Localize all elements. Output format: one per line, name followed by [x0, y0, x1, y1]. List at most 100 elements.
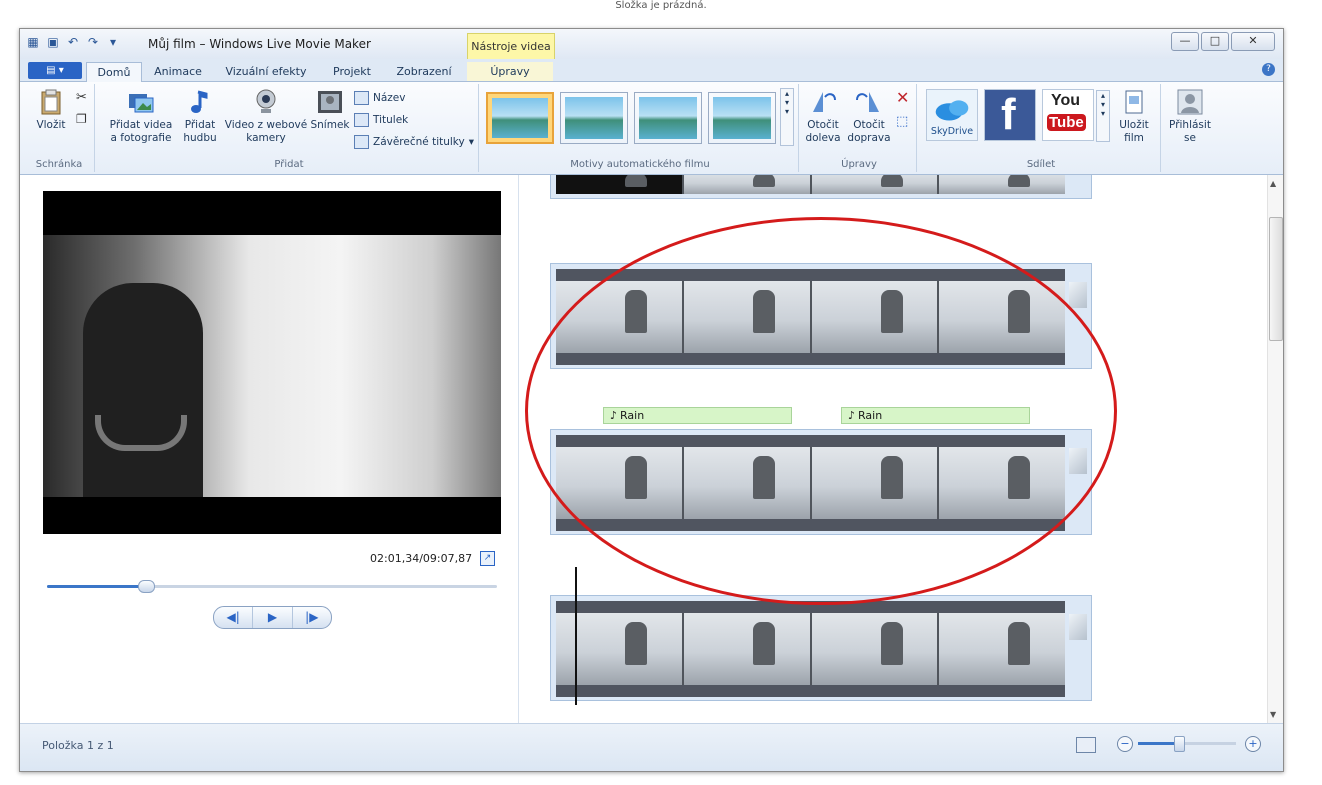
- playhead[interactable]: [575, 567, 577, 705]
- remove-icon[interactable]: ✕: [896, 88, 909, 107]
- clip-page-curl: [1069, 614, 1087, 640]
- skydrive-button[interactable]: SkyDrive: [926, 89, 978, 141]
- add-caption-button[interactable]: Titulek: [354, 112, 408, 128]
- tab-home[interactable]: Domů: [86, 62, 142, 82]
- clip-tile: [939, 613, 1065, 685]
- save-movie-icon: [1125, 90, 1143, 114]
- tab-project[interactable]: Projekt: [324, 62, 380, 81]
- copy-icon[interactable]: ❐: [76, 112, 87, 126]
- webcam-icon: [256, 89, 276, 113]
- theme-thumbnail-2[interactable]: [560, 92, 628, 144]
- add-title-button[interactable]: Název: [354, 90, 405, 106]
- fullscreen-icon[interactable]: ↗: [480, 551, 495, 566]
- preview-pane: 02:01,34/09:07,87 ↗ ◀| ▶ |▶: [20, 175, 519, 723]
- clip-strip: [556, 613, 1065, 685]
- playback-controls: ◀| ▶ |▶: [213, 606, 332, 629]
- next-frame-button[interactable]: |▶: [293, 607, 331, 628]
- zoom-thumb[interactable]: [1174, 736, 1186, 752]
- title-bar: ▦ ▣ ↶ ↷ ▾ Můj film – Windows Live Movie …: [20, 29, 1283, 61]
- saxophone-shape: [95, 415, 187, 451]
- add-videos-photos-button[interactable]: Přidat videa a fotografie: [106, 88, 176, 145]
- clipboard-group-label: Schránka: [35, 159, 83, 170]
- save-icon[interactable]: ▣: [46, 35, 60, 49]
- customize-qat-icon[interactable]: ▾: [106, 35, 120, 49]
- snapshot-button[interactable]: Snímek: [310, 88, 350, 132]
- clip-tile: [811, 175, 940, 194]
- clip-tile: [556, 175, 684, 194]
- tab-view[interactable]: Zobrazení: [390, 62, 458, 81]
- add-credits-button[interactable]: Závěrečné titulky ▾: [354, 134, 474, 150]
- clip-band: [556, 685, 1065, 697]
- edit-group-label: Úpravy: [841, 159, 877, 170]
- seek-thumb[interactable]: [138, 580, 155, 593]
- clip-tile: [683, 175, 812, 194]
- tab-visual-effects[interactable]: Vizuální efekty: [218, 62, 314, 81]
- seek-bar[interactable]: [47, 580, 497, 593]
- redo-icon[interactable]: ↷: [86, 35, 100, 49]
- play-button[interactable]: ▶: [253, 607, 293, 628]
- rotate-right-button[interactable]: Otočit doprava: [846, 88, 892, 145]
- gallery-scroll[interactable]: ▴ ▾ ▾: [780, 88, 794, 146]
- ribbon-tabs: ▤ ▾ Domů Animace Vizuální efekty Projekt…: [20, 59, 1283, 82]
- save-movie-button[interactable]: Uložit film: [1112, 88, 1156, 145]
- themes-group-label: Motivy automatického filmu: [570, 159, 710, 170]
- share-gallery-scroll[interactable]: ▴ ▾ ▾: [1096, 90, 1110, 142]
- status-bar: Položka 1 z 1 − +: [20, 723, 1283, 771]
- undo-icon[interactable]: ↶: [66, 35, 80, 49]
- zoom-out-button[interactable]: −: [1117, 736, 1133, 752]
- folder-empty-caption: Složka je prázdná.: [615, 0, 707, 11]
- scroll-up-icon[interactable]: ▲: [1270, 179, 1276, 188]
- webcam-video-button[interactable]: Video z webové kamery: [224, 88, 308, 145]
- group-clipboard: Vložit ✂ ❐ Schránka: [24, 84, 95, 172]
- youtube-button[interactable]: You Tube: [1042, 89, 1094, 141]
- tab-animations[interactable]: Animace: [148, 62, 208, 81]
- group-add: Přidat videa a fotografie Přidat hudbu V…: [100, 84, 479, 172]
- clip-page-curl: [1069, 282, 1087, 308]
- group-edit: Otočit doleva Otočit doprava ✕ ⬚ Úpravy: [802, 84, 917, 172]
- cut-icon[interactable]: ✂: [76, 90, 87, 105]
- clip-tile: [811, 613, 940, 685]
- seek-progress: [47, 585, 146, 588]
- close-button[interactable]: ✕: [1231, 32, 1275, 51]
- thumbnail-size-icon[interactable]: [1076, 737, 1096, 753]
- youtube-icon: You: [1051, 92, 1081, 109]
- video-clip-3[interactable]: [550, 595, 1092, 701]
- window-title: Můj film – Windows Live Movie Maker: [148, 37, 371, 51]
- zoom-level: [1138, 742, 1180, 745]
- rotate-left-icon: [813, 92, 836, 112]
- theme-thumbnail-1[interactable]: [486, 92, 554, 144]
- zoom-in-button[interactable]: +: [1245, 736, 1261, 752]
- share-group-label: Sdílet: [1026, 159, 1056, 170]
- video-clip-top[interactable]: [550, 175, 1092, 199]
- zoom-slider[interactable]: [1138, 736, 1236, 752]
- title-icon: [354, 91, 369, 105]
- theme-thumbnail-3[interactable]: [634, 92, 702, 144]
- video-preview[interactable]: [43, 191, 501, 534]
- caption-icon: [354, 113, 369, 127]
- scroll-thumb[interactable]: [1269, 217, 1283, 341]
- help-icon[interactable]: ?: [1262, 63, 1275, 76]
- red-annotation-ellipse: [525, 217, 1117, 605]
- minimize-button[interactable]: —: [1171, 32, 1199, 51]
- scroll-down-icon[interactable]: ▼: [1270, 710, 1276, 719]
- quick-access-toolbar: ▦ ▣ ↶ ↷ ▾: [26, 35, 120, 49]
- add-music-button[interactable]: Přidat hudbu: [178, 88, 222, 145]
- maximize-button[interactable]: □: [1201, 32, 1229, 51]
- group-autothemes: ▴ ▾ ▾ Motivy automatického filmu: [482, 84, 799, 172]
- sign-in-button[interactable]: Přihlásit se: [1166, 88, 1214, 145]
- group-share: SkyDrive f You Tube ▴ ▾ ▾ Uložit film Sdíl…: [922, 84, 1161, 172]
- tab-edit[interactable]: Úpravy: [467, 62, 553, 81]
- video-tools-header: Nástroje videa: [467, 33, 555, 61]
- paste-button[interactable]: Vložit: [32, 88, 70, 132]
- theme-thumbnail-4[interactable]: [708, 92, 776, 144]
- previous-frame-button[interactable]: ◀|: [214, 607, 254, 628]
- select-all-icon[interactable]: ⬚: [896, 114, 908, 129]
- chevron-down-icon: ▾: [468, 136, 474, 148]
- file-menu-button[interactable]: ▤ ▾: [28, 62, 82, 79]
- facebook-button[interactable]: f: [984, 89, 1036, 141]
- skydrive-cloud-icon: [935, 100, 969, 121]
- film-app-icon: ▦: [27, 35, 39, 49]
- rotate-left-button[interactable]: Otočit doleva: [802, 88, 844, 145]
- snapshot-icon: [318, 91, 342, 113]
- storyboard-scrollbar[interactable]: ▲ ▼: [1267, 175, 1283, 723]
